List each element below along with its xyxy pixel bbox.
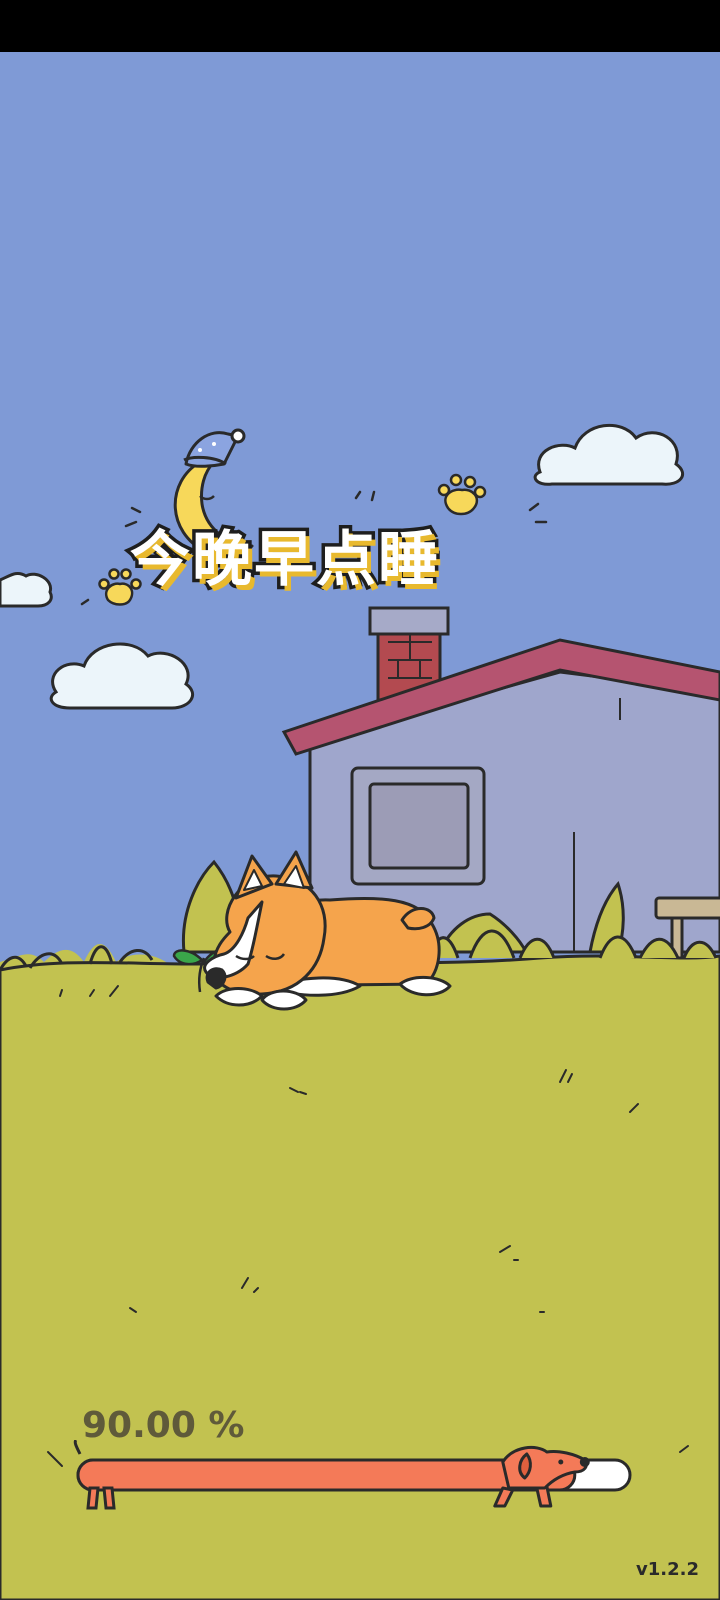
cloud-small-icon: [0, 572, 53, 608]
status-bar: [0, 0, 720, 52]
loading-progress-bar: [73, 1440, 632, 1510]
window-pane: [368, 782, 470, 870]
version-label: v1.2.2: [636, 1559, 699, 1580]
progress-fill: [76, 1458, 577, 1492]
game-title: 今晚早点睡: [127, 522, 442, 599]
dachshund-tail: [73, 1440, 82, 1455]
scene-illustration: [0, 52, 720, 1600]
game-screen: 今晚早点睡 90.00 % v1.2.2: [0, 0, 720, 1600]
chimney-cap: [368, 606, 450, 636]
